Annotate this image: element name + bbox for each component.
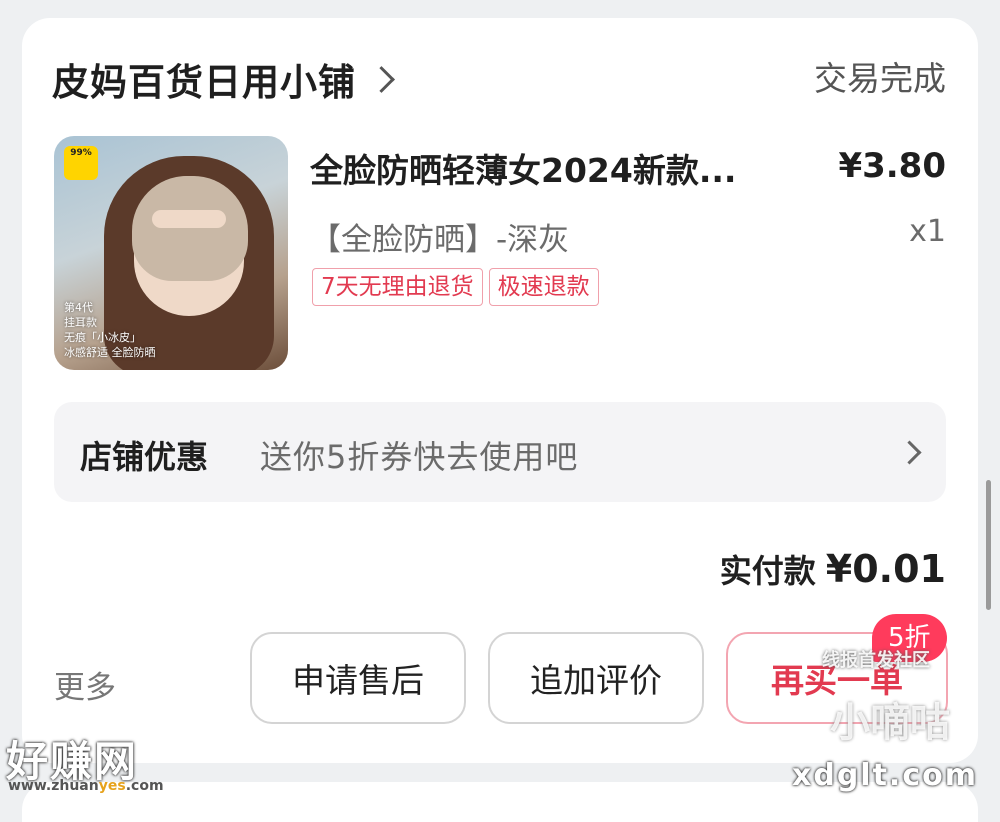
thumbnail-caption-line: 无痕「小冰皮」: [64, 331, 141, 344]
chevron-right-icon[interactable]: [368, 65, 395, 93]
watermark-domain: xdglt.com: [792, 758, 978, 793]
watermark-tagline: 线报首发社区: [822, 650, 930, 671]
watermark-url-part: .com: [125, 778, 164, 794]
after-sales-button[interactable]: 申请售后: [250, 632, 466, 724]
tag-fast-refund: 极速退款: [488, 268, 599, 306]
product-title[interactable]: 全脸防晒轻薄女2024新款...: [310, 144, 790, 192]
payment-label: 实付款: [719, 552, 816, 590]
product-variant: 【全脸防晒】-深灰: [310, 222, 570, 258]
product-quantity: x1: [909, 214, 946, 249]
tag-free-return: 7天无理由退货: [312, 268, 483, 306]
thumbnail-caption-line: 第4代: [64, 301, 93, 314]
product-price: ¥3.80: [838, 146, 946, 186]
thumbnail-caption-line: 挂耳款: [64, 316, 97, 329]
scrollbar[interactable]: [986, 480, 991, 610]
order-status: 交易完成: [814, 59, 946, 98]
add-review-button[interactable]: 追加评价: [488, 632, 704, 724]
watermark-url-part: www.zhuan: [8, 778, 99, 794]
promo-label: 店铺优惠: [80, 438, 209, 476]
payment-summary: 实付款 ¥0.01: [720, 546, 946, 592]
thumbnail-eyes: [152, 210, 226, 228]
payment-amount: ¥0.01: [825, 547, 946, 591]
watermark-url-part: yes: [98, 778, 126, 794]
thumbnail-mask: [132, 176, 248, 281]
store-header[interactable]: 皮妈百货日用小铺: [52, 52, 395, 106]
watermark-name: 小嘀咕: [830, 700, 950, 746]
chevron-right-icon: [897, 440, 922, 465]
store-promo-banner[interactable]: 店铺优惠 送你5折券快去使用吧: [54, 402, 946, 502]
thumbnail-badge: 99%: [64, 146, 98, 180]
service-tags: 7天无理由退货 极速退款: [312, 268, 599, 306]
thumbnail-caption-line: 冰感舒适 全脸防晒: [64, 346, 156, 359]
watermark-url: www.zhuanyes.com: [8, 778, 164, 794]
product-thumbnail[interactable]: 99% 第4代 挂耳款 无痕「小冰皮」 冰感舒适 全脸防晒: [54, 136, 288, 370]
store-name[interactable]: 皮妈百货日用小铺: [52, 52, 356, 106]
more-button[interactable]: 更多: [54, 662, 116, 707]
thumbnail-caption: 第4代 挂耳款 无痕「小冰皮」 冰感舒适 全脸防晒: [64, 300, 156, 360]
promo-text: 送你5折券快去使用吧: [260, 438, 579, 476]
